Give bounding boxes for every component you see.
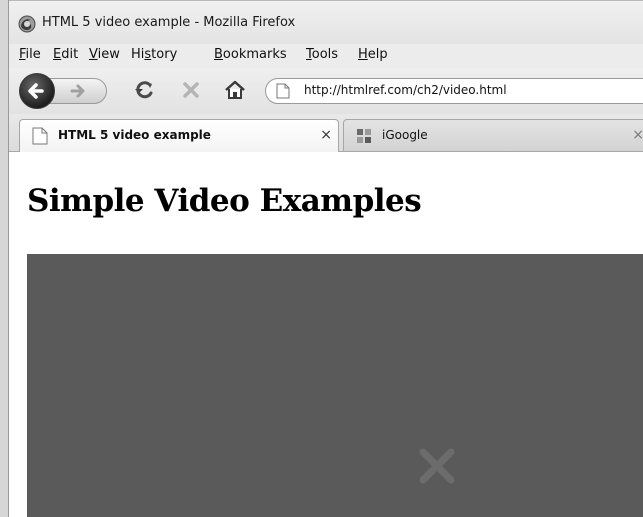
menu-help[interactable]: Help bbox=[358, 47, 388, 62]
close-icon[interactable]: × bbox=[632, 127, 643, 143]
tab-label: HTML 5 video example bbox=[58, 128, 211, 142]
window-title: HTML 5 video example - Mozilla Firefox bbox=[42, 15, 296, 30]
tab-label: iGoogle bbox=[382, 128, 428, 142]
page-heading: Simple Video Examples bbox=[27, 183, 422, 219]
menu-bookmarks-rest: ookmarks bbox=[222, 47, 287, 62]
menu-edit-accesskey: E bbox=[53, 47, 62, 62]
menu-history[interactable]: History bbox=[131, 47, 177, 62]
menu-history-pre: Hi bbox=[131, 47, 145, 62]
menu-file[interactable]: File bbox=[19, 47, 41, 62]
forward-arrow-icon bbox=[70, 84, 85, 98]
menu-bookmarks-accesskey: B bbox=[214, 47, 223, 62]
browser-window: HTML 5 video example - Mozilla Firefox F… bbox=[0, 0, 643, 517]
url-text[interactable]: http://htmlref.com/ch2/video.html bbox=[304, 83, 507, 97]
back-button[interactable] bbox=[19, 73, 55, 109]
menu-file-rest: ile bbox=[25, 47, 41, 62]
menu-view[interactable]: View bbox=[89, 47, 120, 62]
menu-help-rest: elp bbox=[367, 47, 388, 62]
igoogle-icon bbox=[357, 129, 371, 143]
page-content: Simple Video Examples bbox=[9, 152, 643, 517]
tab-html5-video-example[interactable]: HTML 5 video example × bbox=[19, 119, 339, 152]
menu-view-accesskey: V bbox=[89, 47, 98, 62]
menu-history-rest: tory bbox=[151, 47, 178, 62]
video-player[interactable] bbox=[27, 254, 643, 517]
title-bar: HTML 5 video example - Mozilla Firefox bbox=[9, 0, 643, 44]
menu-edit-rest: dit bbox=[61, 47, 79, 62]
menu-bookmarks[interactable]: Bookmarks bbox=[214, 47, 287, 62]
page-icon bbox=[32, 127, 48, 145]
forward-button[interactable] bbox=[49, 78, 143, 104]
tab-bar: HTML 5 video example × iGoogle × bbox=[9, 114, 643, 152]
video-error-x-icon bbox=[419, 448, 455, 484]
navigation-toolbar: http://htmlref.com/ch2/video.html bbox=[9, 68, 643, 114]
page-icon bbox=[276, 83, 290, 99]
window-left-border bbox=[0, 0, 9, 517]
menu-bar: File Edit View History Bookmarks Tools H… bbox=[9, 44, 643, 68]
home-icon[interactable] bbox=[221, 76, 249, 104]
menu-view-rest: iew bbox=[97, 47, 120, 62]
stop-icon[interactable] bbox=[177, 76, 205, 104]
close-icon[interactable]: × bbox=[320, 127, 332, 143]
firefox-icon bbox=[18, 15, 36, 33]
menu-edit[interactable]: Edit bbox=[53, 47, 78, 62]
reload-icon[interactable] bbox=[131, 76, 159, 104]
menu-tools[interactable]: Tools bbox=[306, 47, 338, 62]
tab-igoogle[interactable]: iGoogle × bbox=[343, 119, 643, 151]
menu-help-accesskey: H bbox=[358, 47, 368, 62]
address-bar[interactable]: http://htmlref.com/ch2/video.html bbox=[265, 78, 643, 104]
menu-tools-rest: ools bbox=[311, 47, 339, 62]
back-arrow-icon bbox=[28, 83, 44, 99]
